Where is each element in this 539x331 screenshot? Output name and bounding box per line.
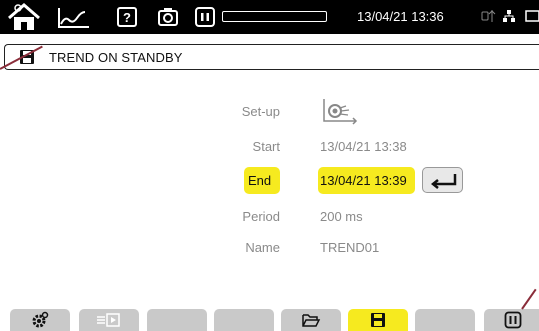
sequence-tab[interactable] (79, 309, 139, 331)
settings-tab[interactable] (10, 309, 70, 331)
svg-text:?: ? (123, 10, 131, 25)
empty-tab-7[interactable] (415, 309, 475, 331)
open-folder-tab[interactable] (281, 309, 341, 331)
enter-button[interactable] (422, 167, 463, 193)
trend-icon[interactable] (56, 6, 92, 28)
end-label: End (248, 173, 272, 188)
pause-tab[interactable] (484, 309, 539, 331)
enter-return-icon (429, 172, 459, 195)
end-value[interactable]: 13/04/21 13:39 (320, 173, 407, 188)
end-value-field[interactable]: 13/04/21 13:39 (318, 167, 415, 194)
empty-tab-3[interactable] (147, 309, 207, 331)
start-value[interactable]: 13/04/21 13:38 (320, 139, 407, 154)
name-label: Name (245, 240, 280, 255)
network-icon (502, 9, 516, 31)
usb-icon (481, 9, 497, 31)
start-label: Start (252, 139, 280, 154)
annotation-leader-right (521, 288, 537, 310)
help-icon[interactable]: ? (116, 6, 138, 28)
empty-tab-4[interactable] (214, 309, 274, 331)
pause-icon (484, 309, 539, 331)
period-value[interactable]: 200 ms (320, 209, 363, 224)
open-folder-icon (281, 309, 341, 331)
settings-gear-icon (10, 309, 70, 331)
setup-label: Set-up (241, 104, 280, 119)
title-bar: TREND ON STANDBY (4, 44, 539, 70)
sequence-play-icon (79, 309, 139, 331)
page-title: TREND ON STANDBY (49, 50, 183, 65)
progress-bar (222, 11, 327, 22)
period-label: Period (242, 209, 280, 224)
name-value[interactable]: TREND01 (320, 240, 379, 255)
save-tab[interactable] (348, 309, 408, 331)
save-floppy-icon (348, 309, 408, 331)
trend-config-icon[interactable] (320, 97, 358, 130)
status-bar: ? 13/04/21 13:36 (0, 0, 539, 34)
camera-icon[interactable] (157, 6, 179, 28)
datetime: 13/04/21 13:36 (357, 9, 444, 24)
home-icon[interactable] (6, 2, 42, 30)
battery-icon (525, 10, 539, 32)
end-label-highlight: End (244, 167, 280, 194)
pause-icon[interactable] (194, 6, 216, 28)
